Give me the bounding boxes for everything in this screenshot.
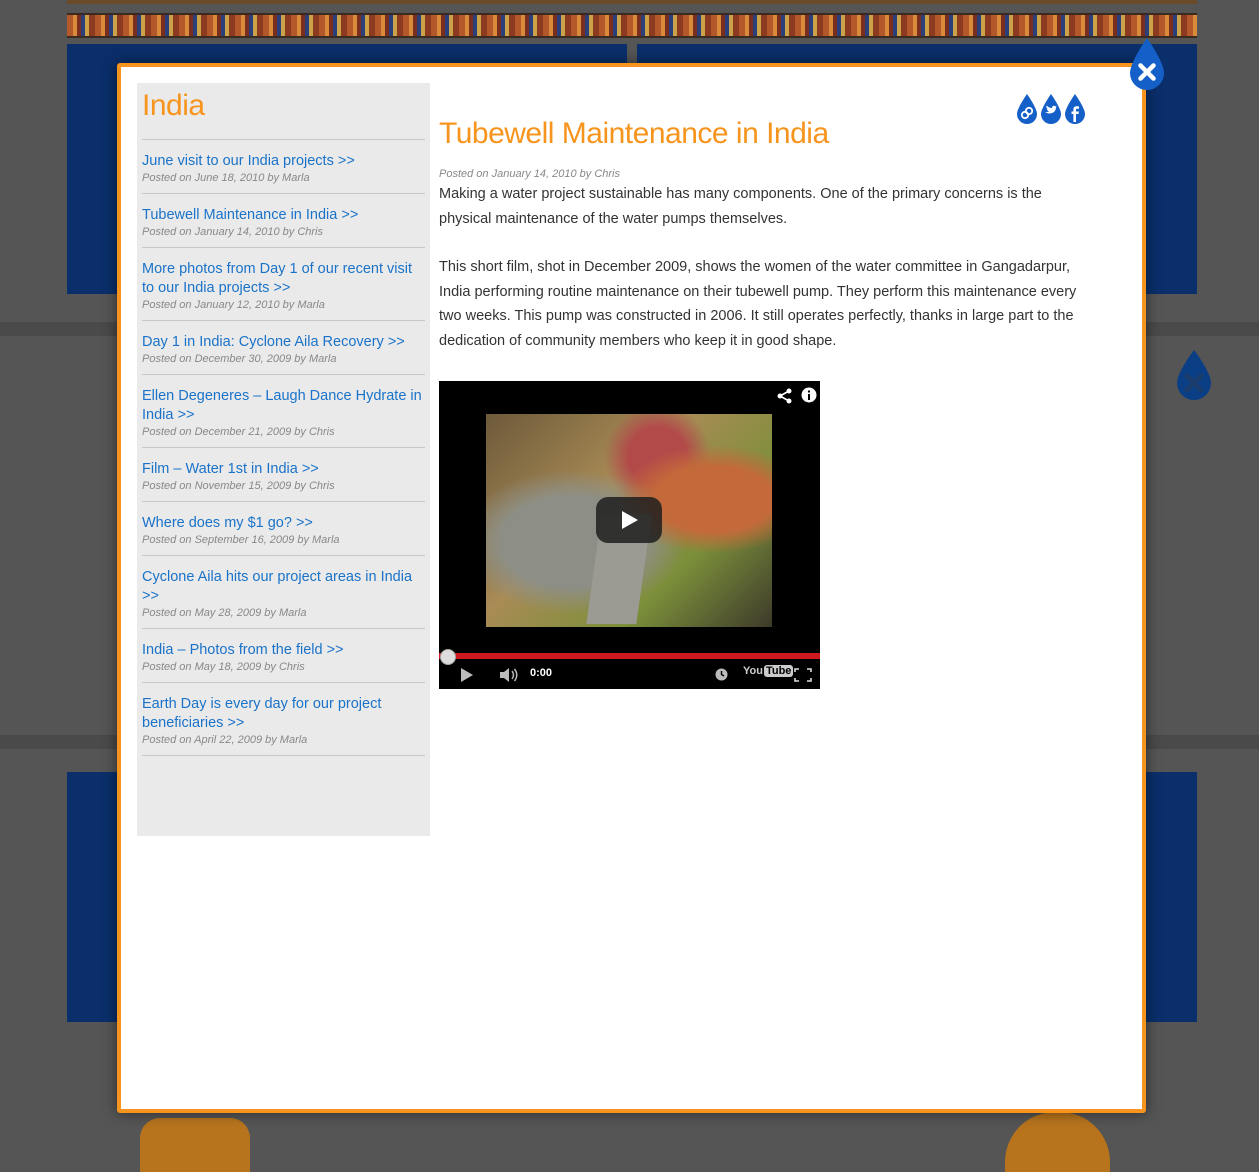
post-link[interactable]: Cyclone Aila hits our project areas in I…	[142, 568, 425, 606]
post-meta: Posted on January 14, 2010 by Chris	[142, 226, 324, 238]
post-meta: Posted on April 22, 2009 by Marla	[142, 734, 308, 746]
list-item: Where does my $1 go? >> Posted on Septem…	[142, 502, 425, 556]
article-paragraph: This short film, shot in December 2009, …	[439, 259, 1077, 349]
decorative-banner	[67, 13, 1197, 38]
post-link[interactable]: India – Photos from the field >>	[142, 641, 425, 660]
post-meta: Posted on December 21, 2009 by Chris	[142, 426, 335, 438]
video-player[interactable]: 0:00 You Tube	[439, 381, 820, 689]
list-item: June visit to our India projects >> Post…	[142, 140, 425, 194]
top-stripe	[67, 0, 1197, 4]
video-controls: 0:00 You Tube	[439, 660, 820, 689]
article: Tubewell Maintenance in India Posted on …	[439, 83, 1089, 377]
youtube-logo[interactable]: You Tube	[743, 665, 794, 677]
article-modal: India June visit to our India projects >…	[117, 63, 1146, 1113]
play-icon[interactable]	[461, 668, 473, 682]
post-link[interactable]: Day 1 in India: Cyclone Aila Recovery >>	[142, 333, 425, 352]
post-link[interactable]: Where does my $1 go? >>	[142, 514, 425, 533]
youtube-logo-you: You	[743, 665, 763, 677]
list-item: More photos from Day 1 of our recent vis…	[142, 248, 425, 321]
clock-icon[interactable]	[715, 668, 728, 681]
post-link[interactable]: Earth Day is every day for our project b…	[142, 695, 425, 733]
post-meta: Posted on January 12, 2010 by Marla	[142, 299, 325, 311]
post-meta: Posted on June 18, 2010 by Marla	[142, 172, 310, 184]
background-figure-silhouette	[1005, 1112, 1110, 1172]
post-meta: Posted on December 30, 2009 by Marla	[142, 353, 337, 365]
youtube-logo-tube: Tube	[763, 665, 794, 677]
article-title: Tubewell Maintenance in India	[439, 117, 829, 150]
post-link[interactable]: Ellen Degeneres – Laugh Dance Hydrate in…	[142, 387, 425, 425]
post-link[interactable]: June visit to our India projects >>	[142, 152, 425, 171]
sidebar-title: India	[142, 89, 205, 122]
background-pump-silhouette	[140, 1118, 250, 1172]
post-meta: Posted on May 18, 2009 by Chris	[142, 661, 305, 673]
post-meta: Posted on May 28, 2009 by Marla	[142, 607, 307, 619]
list-item: Day 1 in India: Cyclone Aila Recovery >>…	[142, 321, 425, 375]
progress-bar[interactable]	[439, 653, 820, 659]
list-item: India – Photos from the field >> Posted …	[142, 629, 425, 683]
article-body: Making a water project sustainable has m…	[439, 182, 1089, 353]
fullscreen-icon[interactable]	[794, 668, 812, 682]
list-item: Cyclone Aila hits our project areas in I…	[142, 556, 425, 629]
list-item: Film – Water 1st in India >> Posted on N…	[142, 448, 425, 502]
list-item: Tubewell Maintenance in India >> Posted …	[142, 194, 425, 248]
post-list: June visit to our India projects >> Post…	[142, 139, 425, 756]
play-button[interactable]	[596, 497, 662, 543]
background-close-icon	[1177, 350, 1211, 400]
sidebar: India June visit to our India projects >…	[137, 83, 430, 836]
share-icon[interactable]	[776, 387, 794, 405]
article-paragraph: Making a water project sustainable has m…	[439, 186, 1042, 227]
list-item: Ellen Degeneres – Laugh Dance Hydrate in…	[142, 375, 425, 448]
video-time: 0:00	[530, 667, 553, 679]
close-icon[interactable]	[1128, 38, 1166, 90]
post-meta: Posted on November 15, 2009 by Chris	[142, 480, 335, 492]
post-link[interactable]: More photos from Day 1 of our recent vis…	[142, 260, 425, 298]
post-meta: Posted on September 16, 2009 by Marla	[142, 534, 340, 546]
volume-icon[interactable]	[498, 667, 520, 683]
post-link[interactable]: Film – Water 1st in India >>	[142, 460, 425, 479]
list-item: Earth Day is every day for our project b…	[142, 683, 425, 756]
post-link[interactable]: Tubewell Maintenance in India >>	[142, 206, 425, 225]
info-icon[interactable]	[801, 387, 817, 403]
article-meta: Posted on January 14, 2010 by Chris	[439, 168, 621, 180]
